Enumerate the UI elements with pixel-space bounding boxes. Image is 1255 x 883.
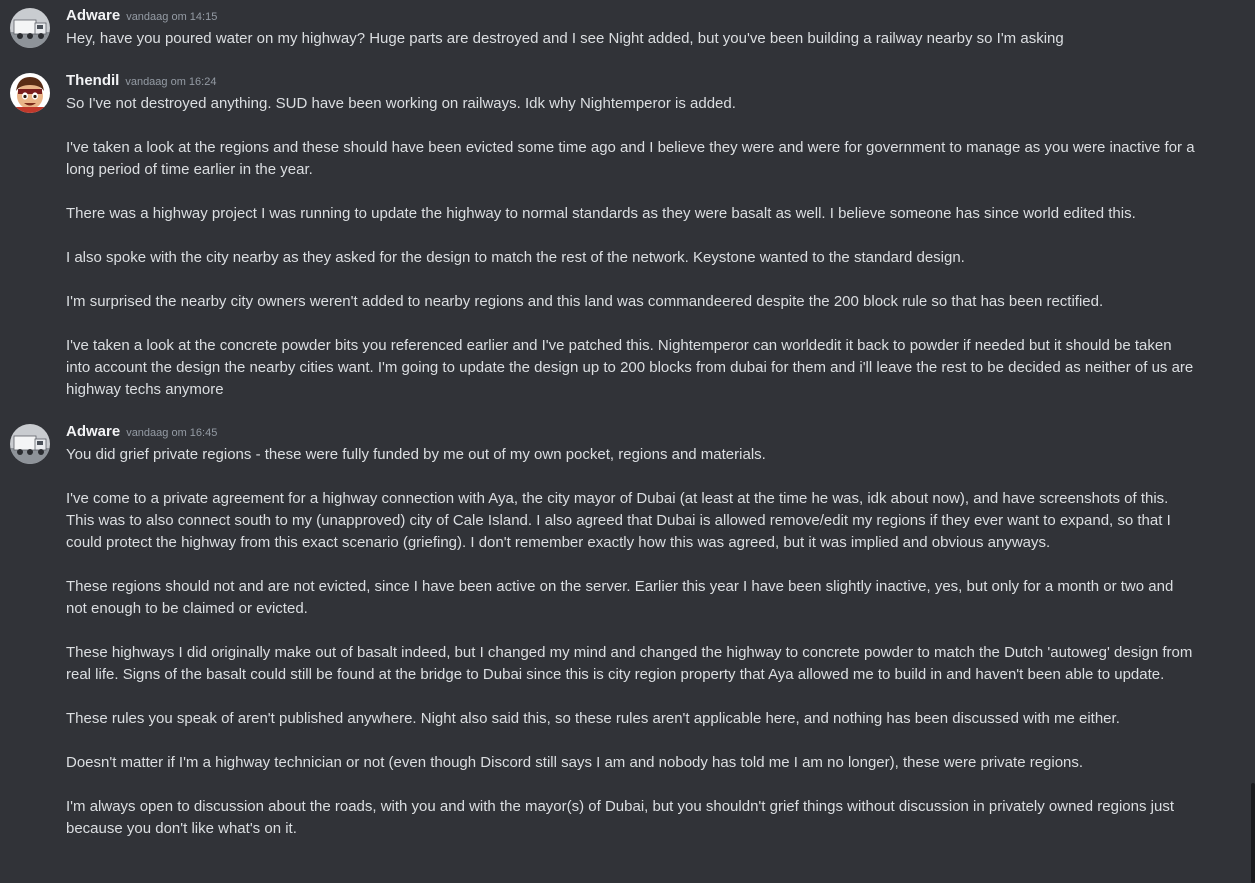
message-header: Adware vandaag om 16:45: [66, 423, 217, 443]
message-paragraph: I've come to a private agreement for a h…: [66, 490, 1171, 551]
message-timestamp: vandaag om 16:24: [125, 76, 217, 88]
truck-avatar-icon[interactable]: [10, 8, 50, 48]
message-paragraph: You did grief private regions - these we…: [66, 446, 766, 463]
author-name[interactable]: Thendil: [66, 72, 119, 89]
message-paragraph: Doesn't matter if I'm a highway technici…: [66, 754, 1084, 771]
message-paragraph: I also spoke with the city nearby as the…: [66, 249, 965, 266]
message-timestamp: vandaag om 16:45: [126, 427, 218, 439]
message-paragraph: I'm surprised the nearby city owners wer…: [66, 293, 1104, 310]
message-header: Adware vandaag om 14:15: [66, 7, 217, 27]
message-header: Thendil vandaag om 16:24: [66, 72, 216, 92]
message-paragraph: Hey, have you poured water on my highway…: [66, 30, 1064, 47]
message-paragraph: I've taken a look at the concrete powder…: [66, 337, 1194, 398]
chat-message-list[interactable]: Adware vandaag om 14:15 Hey, have you pou…: [0, 0, 1255, 883]
message-content: Hey, have you poured water on my highway…: [66, 28, 1196, 50]
message-paragraph: These rules you speak of aren't publishe…: [66, 710, 1120, 727]
message-paragraph: I'm always open to discussion about the …: [66, 798, 1174, 837]
message-paragraph: These highways I did originally make out…: [66, 644, 1193, 683]
author-name[interactable]: Adware: [66, 423, 120, 440]
message-content: You did grief private regions - these we…: [66, 444, 1196, 840]
message-paragraph: There was a highway project I was runnin…: [66, 205, 1136, 222]
message-content: So I've not destroyed anything. SUD have…: [66, 93, 1196, 401]
message-paragraph: I've taken a look at the regions and the…: [66, 139, 1195, 178]
cartoon-face-avatar-icon[interactable]: [10, 73, 50, 113]
message-paragraph: So I've not destroyed anything. SUD have…: [66, 95, 736, 112]
truck-avatar-icon[interactable]: [10, 424, 50, 464]
scrollbar-thumb[interactable]: [1251, 783, 1255, 883]
author-name[interactable]: Adware: [66, 7, 120, 24]
message-timestamp: vandaag om 14:15: [126, 11, 218, 23]
message-paragraph: These regions should not and are not evi…: [66, 578, 1174, 617]
